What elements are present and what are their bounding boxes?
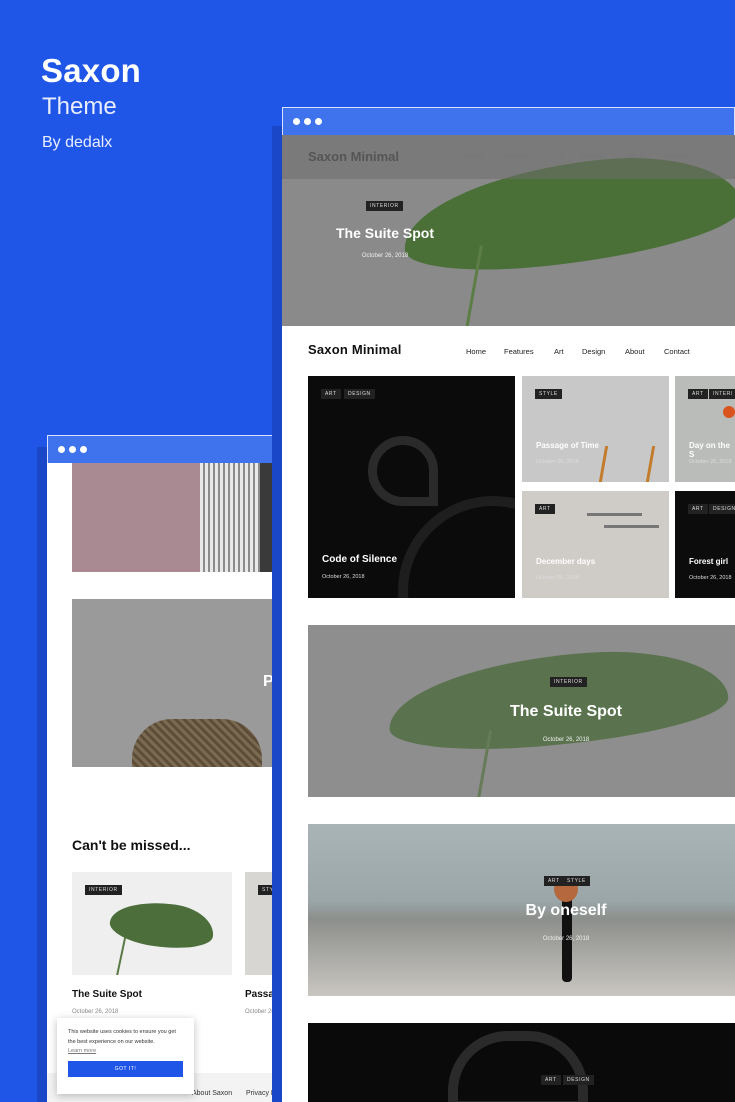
hero-subtitle: Theme bbox=[42, 93, 117, 120]
hero-nav-features[interactable]: Features bbox=[504, 153, 532, 160]
flower bbox=[723, 406, 735, 418]
window-dot-icon[interactable] bbox=[293, 118, 300, 125]
shelf bbox=[587, 513, 642, 516]
wide-card-by-oneself[interactable]: ART STYLE By oneself October 26, 2018 bbox=[308, 824, 735, 996]
basket-card[interactable]: Pa bbox=[72, 599, 287, 767]
building-tower bbox=[200, 463, 260, 572]
grid-card-december-days[interactable]: ART December days October 26, 2018 bbox=[522, 491, 669, 598]
window-dot-icon[interactable] bbox=[69, 446, 76, 453]
category-tag[interactable]: ART bbox=[688, 389, 708, 399]
grid-card-code-of-silence[interactable]: ART DESIGN Code of Silence October 26, 2… bbox=[308, 376, 515, 598]
hero-card-title[interactable]: The Suite Spot bbox=[320, 225, 450, 241]
hero-nav-home[interactable]: Home bbox=[465, 153, 484, 160]
card-date: October 26, 2018 bbox=[689, 575, 732, 581]
window-dot-icon[interactable] bbox=[304, 118, 311, 125]
category-tag[interactable]: ART bbox=[688, 504, 708, 514]
hero-card[interactable]: Saxon Minimal Home Features Art Design A… bbox=[282, 135, 735, 326]
grid-card-overlay: Code of Silence October 26, 2018 bbox=[308, 376, 515, 598]
card-title[interactable]: Day on the S bbox=[689, 441, 735, 459]
category-tag[interactable]: INTERIOR bbox=[550, 677, 587, 687]
category-tag[interactable]: ART bbox=[544, 876, 564, 886]
nav-about[interactable]: About bbox=[625, 347, 645, 356]
grid-card-forest-girl[interactable]: ART DESIGN Forest girl October 26, 2018 bbox=[675, 491, 735, 598]
shelf bbox=[604, 525, 659, 528]
card-title[interactable]: Forest girl bbox=[689, 557, 728, 566]
footer-link-about[interactable]: About Saxon bbox=[192, 1090, 232, 1097]
category-tag[interactable]: STYLE bbox=[535, 389, 562, 399]
nav-art[interactable]: Art bbox=[554, 347, 564, 356]
basket-image bbox=[132, 719, 262, 767]
category-tag[interactable]: STYLE bbox=[563, 876, 590, 886]
wide-card-date: October 26, 2018 bbox=[542, 737, 590, 743]
window-titlebar bbox=[282, 107, 735, 135]
cookie-learn-more-link[interactable]: Learn more bbox=[68, 1048, 183, 1054]
hero-nav-contact[interactable]: Contact bbox=[664, 153, 688, 160]
right-browser-window: Saxon Minimal Home Features Art Design A… bbox=[282, 107, 735, 1102]
window-titlebar bbox=[47, 435, 287, 463]
hero-title: Saxon bbox=[41, 52, 142, 89]
nav-design[interactable]: Design bbox=[582, 347, 605, 356]
nav-features[interactable]: Features bbox=[504, 347, 534, 356]
category-tag[interactable]: DESIGN bbox=[709, 504, 735, 514]
nav-brand[interactable]: Saxon Minimal bbox=[308, 342, 402, 357]
hero-author: By dedalx bbox=[42, 134, 113, 151]
building-image[interactable] bbox=[72, 463, 287, 572]
left-window-content: Pa Can't be missed... INTERIOR STYLE The… bbox=[47, 463, 287, 1102]
nav-contact[interactable]: Contact bbox=[664, 347, 690, 356]
bike-handlebar bbox=[448, 1031, 588, 1102]
thumb-title[interactable]: The Suite Spot bbox=[72, 989, 142, 1000]
wide-card-suite-spot[interactable]: INTERIOR The Suite Spot October 26, 2018 bbox=[308, 625, 735, 797]
cookie-accept-button[interactable]: GOT IT! bbox=[68, 1061, 183, 1077]
card-title[interactable]: Passage of Time bbox=[536, 441, 599, 450]
category-tag[interactable]: INTERIOR bbox=[85, 885, 122, 895]
chair-legs bbox=[598, 446, 656, 482]
card-title[interactable]: Code of Silence bbox=[322, 554, 397, 565]
hero-nav-design[interactable]: Design bbox=[582, 153, 604, 160]
wide-card-title[interactable]: The Suite Spot bbox=[466, 703, 666, 721]
window-dot-icon[interactable] bbox=[80, 446, 87, 453]
grid-card-passage-of-time[interactable]: STYLE Passage of Time October 26, 2018 bbox=[522, 376, 669, 482]
hero-dim-nav: Saxon Minimal Home Features Art Design A… bbox=[282, 135, 735, 179]
category-tag[interactable]: DESIGN bbox=[563, 1075, 594, 1085]
hero-nav-about[interactable]: About bbox=[625, 153, 643, 160]
cookie-text: This website uses cookies to ensure you … bbox=[68, 1029, 176, 1045]
card-date: October 26, 2018 bbox=[322, 574, 365, 580]
window-dot-icon[interactable] bbox=[58, 446, 65, 453]
hero-nav-art[interactable]: Art bbox=[555, 153, 564, 160]
category-tag[interactable]: INTERI bbox=[709, 389, 735, 399]
hero-card-date: October 26, 2018 bbox=[361, 253, 409, 259]
card-date: October 26, 2018 bbox=[536, 575, 579, 581]
main-nav: Saxon Minimal Home Features Art Design A… bbox=[282, 326, 735, 376]
category-tag[interactable]: ART bbox=[541, 1075, 561, 1085]
hero-nav-brand[interactable]: Saxon Minimal bbox=[308, 149, 399, 164]
thumb-date: October 26, 2018 bbox=[72, 1009, 119, 1015]
grid-card-day-on-the[interactable]: ART INTERI Day on the S October 26, 2018 bbox=[675, 376, 735, 482]
wide-card-title[interactable]: By oneself bbox=[466, 902, 666, 920]
wide-card-art-design[interactable]: ART DESIGN bbox=[308, 1023, 735, 1102]
cookie-banner: This website uses cookies to ensure you … bbox=[57, 1018, 194, 1094]
card-date: October 26, 2018 bbox=[689, 459, 732, 465]
wide-card-date: October 26, 2018 bbox=[542, 936, 590, 942]
category-tag[interactable]: ART bbox=[535, 504, 555, 514]
leaf-stem bbox=[115, 937, 127, 975]
thumb-card-suite-spot[interactable]: INTERIOR bbox=[72, 872, 232, 975]
category-tag[interactable]: INTERIOR bbox=[366, 201, 403, 211]
window-dot-icon[interactable] bbox=[315, 118, 322, 125]
section-title: Can't be missed... bbox=[72, 837, 191, 853]
card-title[interactable]: December days bbox=[536, 557, 595, 566]
nav-home[interactable]: Home bbox=[466, 347, 486, 356]
card-date: October 26, 2018 bbox=[536, 459, 579, 465]
left-browser-window: Pa Can't be missed... INTERIOR STYLE The… bbox=[47, 435, 287, 1102]
